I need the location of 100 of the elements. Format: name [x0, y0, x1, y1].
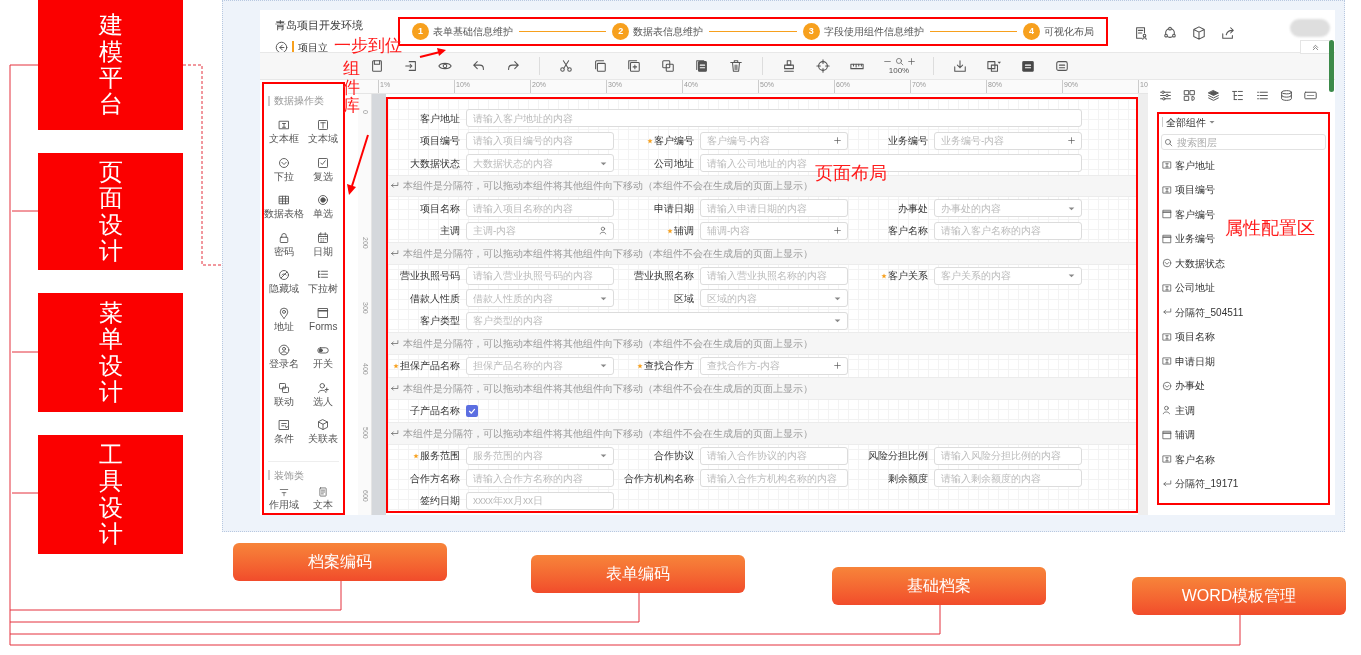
- section-marker: [268, 470, 270, 480]
- palette-item[interactable]: 开关: [303, 338, 343, 376]
- return-arrow-icon: [390, 248, 399, 258]
- layer-item[interactable]: 业务编号: [1159, 226, 1218, 251]
- field-label: 签约日期: [420, 494, 460, 509]
- dropdown-field[interactable]: 服务范围的内容: [466, 446, 614, 465]
- cube-icon[interactable]: [1192, 26, 1206, 40]
- layer-item[interactable]: 大数据状态: [1159, 251, 1228, 276]
- palette-item[interactable]: 条件: [264, 413, 304, 451]
- copy-icon[interactable]: [593, 59, 607, 73]
- palette-item[interactable]: 地址: [264, 300, 304, 338]
- collapse-button[interactable]: [1300, 40, 1330, 54]
- sliders-icon[interactable]: [1159, 88, 1172, 102]
- crosshair-icon[interactable]: [816, 59, 830, 73]
- palette-item[interactable]: Forms: [303, 300, 343, 338]
- picker-field[interactable]: 业务编号-内容: [934, 131, 1082, 150]
- palette-item[interactable]: 联动: [264, 375, 304, 413]
- trash-icon[interactable]: [729, 59, 743, 73]
- field-label: 办事处: [898, 201, 928, 216]
- layers-icon[interactable]: [987, 59, 1001, 73]
- palette-item[interactable]: 文本: [303, 485, 343, 512]
- field-label: 合作方名称: [410, 471, 460, 486]
- duplicate-icon[interactable]: [661, 59, 675, 73]
- field-label: 子产品名称: [410, 404, 460, 419]
- layer-item[interactable]: 客户编号: [1159, 202, 1218, 227]
- checkbox-icon: [317, 156, 330, 169]
- layer-item[interactable]: 辅调: [1159, 422, 1198, 447]
- picker-field[interactable]: 客户编号-内容: [700, 131, 848, 150]
- search-field[interactable]: 搜索图层: [1161, 134, 1326, 150]
- palette-item[interactable]: 复选: [303, 150, 343, 188]
- layer-item[interactable]: 客户地址: [1159, 153, 1218, 178]
- module-label: 建模平台: [98, 12, 123, 118]
- checkbox[interactable]: [466, 404, 478, 417]
- tree-icon[interactable]: [1231, 88, 1245, 102]
- text-field[interactable]: 请输入客户名称的内容: [934, 221, 1082, 240]
- text-cursor-icon: [1162, 356, 1172, 367]
- undo-icon[interactable]: [472, 59, 486, 73]
- accent-bar: [292, 41, 294, 53]
- field-label: 大数据状态: [410, 156, 460, 171]
- download-icon[interactable]: [953, 59, 967, 73]
- chevrons-up-icon: [1310, 42, 1320, 52]
- scissors-icon[interactable]: [559, 59, 573, 73]
- copy-plus-icon[interactable]: [627, 59, 641, 73]
- dropdown-field[interactable]: 客户关系的内容: [934, 266, 1082, 285]
- palette-item[interactable]: 单选: [303, 188, 343, 226]
- layer-item[interactable]: 项目名称: [1159, 324, 1218, 349]
- grid-icon[interactable]: [1183, 88, 1197, 102]
- palette-item[interactable]: 关联表: [303, 413, 343, 451]
- layer-item[interactable]: 分隔符_504511: [1159, 300, 1247, 325]
- search-icon[interactable]: [894, 57, 904, 66]
- layer-filter[interactable]: 全部组件: [1166, 114, 1216, 130]
- palette-item[interactable]: 登录名: [264, 338, 304, 376]
- layer-item[interactable]: 申请日期: [1159, 349, 1218, 374]
- palette-item[interactable]: 作用域: [264, 485, 304, 512]
- picker-field[interactable]: 辅调-内容: [700, 221, 848, 240]
- layer-item[interactable]: 主调: [1159, 398, 1198, 423]
- palette-item[interactable]: 日期: [303, 225, 343, 263]
- paste-icon[interactable]: [695, 59, 709, 73]
- field-label: 项目名称: [420, 201, 460, 216]
- user-circle-icon: [277, 344, 290, 357]
- text-field[interactable]: 请输入项目编号的内容: [466, 131, 614, 150]
- database-icon[interactable]: [1279, 88, 1293, 102]
- layer-item[interactable]: 分隔符_19171: [1159, 471, 1242, 496]
- document-icon[interactable]: [1021, 59, 1035, 73]
- dropdown-field[interactable]: 区域的内容: [700, 289, 848, 308]
- redo-icon[interactable]: [506, 59, 520, 73]
- back-icon[interactable]: [275, 40, 288, 54]
- save-icon[interactable]: [370, 59, 384, 73]
- palette-item[interactable]: 下拉树: [303, 263, 343, 301]
- calendar-icon: [317, 231, 330, 244]
- zoom-in-icon[interactable]: [906, 57, 916, 66]
- palette-item[interactable]: 密码: [264, 225, 304, 263]
- palette-item[interactable]: 文本框: [264, 113, 304, 151]
- document-user-icon[interactable]: [1134, 26, 1148, 40]
- plus-icon: [833, 136, 842, 146]
- document-icon: [318, 487, 329, 497]
- text-field[interactable]: 请输入合作协议的内容: [700, 446, 848, 465]
- palette-item[interactable]: 选人: [303, 375, 343, 413]
- field-label: 合作协议: [654, 449, 694, 464]
- chevron-circle-icon: [1162, 258, 1172, 269]
- palette-item[interactable]: 下拉: [264, 150, 304, 188]
- dropdown-field[interactable]: 大数据状态的内容: [466, 154, 614, 173]
- cycle-icon[interactable]: [1163, 26, 1177, 40]
- palette-item[interactable]: 隐藏域: [264, 263, 304, 301]
- layer-item[interactable]: 项目编号: [1159, 177, 1218, 202]
- share-icon[interactable]: [1221, 26, 1235, 40]
- scrollbar-thumb[interactable]: [1329, 40, 1334, 92]
- layers-icon[interactable]: [1207, 88, 1221, 102]
- toggle-icon: [317, 344, 330, 357]
- layer-item[interactable]: 公司地址: [1159, 275, 1218, 300]
- dropdown-field[interactable]: 办事处的内容: [934, 199, 1082, 218]
- step-label: 字段使用组件信息维护: [823, 25, 924, 39]
- text-field[interactable]: 请输入项目名称的内容: [466, 199, 614, 218]
- import-icon[interactable]: [404, 59, 418, 73]
- palette-item[interactable]: 数据表格: [264, 188, 304, 226]
- stamp-icon[interactable]: [782, 59, 796, 73]
- layer-item[interactable]: 客户名称: [1159, 447, 1218, 472]
- layer-item[interactable]: 办事处: [1159, 373, 1208, 398]
- palette-item[interactable]: 文本域: [303, 113, 343, 151]
- message-icon[interactable]: [1055, 59, 1069, 73]
